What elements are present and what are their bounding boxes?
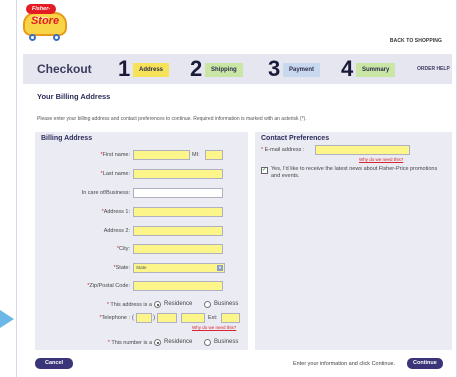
contact-title: Contact Preferences	[261, 135, 330, 142]
step-label: Address	[133, 63, 170, 77]
zip-label: *Zip/Postal Code:	[87, 283, 130, 289]
address2-input[interactable]	[133, 226, 223, 236]
city-row: *City:	[35, 244, 248, 256]
city-input[interactable]	[133, 244, 223, 254]
page-frame: Fisher-Price Store BACK TO SHOPPING Chec…	[16, 0, 457, 377]
checkout-steps: Checkout 1 Address 2 Shipping 3 Payment …	[23, 54, 452, 84]
phone-ext-input[interactable]	[221, 313, 240, 323]
step-number: 1	[118, 56, 131, 81]
address-type-label: * This address is a	[106, 302, 152, 308]
zip-input[interactable]	[133, 281, 223, 291]
step-number: 4	[341, 56, 354, 81]
phone-business-label: Business	[214, 339, 239, 345]
why-email-link[interactable]: Why do we need this?	[359, 157, 403, 162]
business-label: Business	[214, 301, 239, 307]
telephone-label: *Telephone :	[99, 315, 130, 321]
contact-preferences-panel: Contact Preferences * E-mail address : W…	[255, 132, 452, 350]
step-label: Shipping	[205, 63, 243, 77]
store-logo[interactable]: Fisher-Price Store	[23, 4, 69, 41]
store-word: Store	[30, 15, 60, 27]
phone-business-radio[interactable]	[204, 339, 211, 346]
back-to-shopping-link[interactable]: BACK TO SHOPPING	[390, 38, 442, 44]
chevron-down-icon[interactable]: ▼	[217, 265, 223, 271]
residence-radio[interactable]	[154, 301, 161, 308]
phone-residence-radio[interactable]	[154, 339, 161, 346]
number-type-row: * This number is a Residence Business	[35, 338, 248, 350]
footer-instruction: Enter your information and click Continu…	[293, 361, 396, 367]
address1-label: *Address 1:	[101, 209, 130, 215]
number-type-label: * This number is a	[107, 340, 152, 346]
ext-label: Ext:	[208, 315, 218, 321]
step-number: 3	[268, 56, 281, 81]
address1-row: *Address 1:	[35, 207, 248, 219]
step-label: Summary	[356, 63, 396, 77]
wheel-icon	[53, 34, 60, 41]
mi-label: MI:	[192, 152, 200, 158]
billing-address-panel: Billing Address *First name: MI: *Last n…	[35, 132, 248, 350]
why-phone-link[interactable]: Why do we need this?	[192, 325, 236, 330]
paren-close: )	[153, 315, 155, 321]
phone-residence-label: Residence	[164, 339, 193, 345]
last-name-row: *Last name:	[35, 169, 248, 181]
state-selected-value: State	[136, 265, 147, 270]
phone-line-input[interactable]	[181, 313, 205, 323]
mi-input[interactable]	[205, 150, 223, 160]
phone-area-input[interactable]	[136, 313, 152, 323]
billing-title: Billing Address	[41, 135, 93, 142]
news-optin-label: Yes, I'd like to receive the latest news…	[271, 166, 438, 179]
last-name-label: *Last name:	[100, 171, 130, 177]
address2-label: Address 2:	[103, 228, 130, 234]
step-number: 2	[190, 56, 203, 81]
city-label: *City:	[116, 246, 130, 252]
care-of-input[interactable]	[133, 188, 223, 198]
care-of-label: In care of/Business:	[81, 190, 130, 196]
first-name-row: *First name: MI:	[35, 150, 248, 162]
checkout-title: Checkout	[37, 62, 92, 76]
zip-row: *Zip/Postal Code:	[35, 281, 248, 293]
news-optin-checkbox[interactable]: ✓	[261, 167, 268, 174]
paren-open: (	[132, 315, 134, 321]
cancel-button[interactable]: Cancel	[35, 358, 74, 369]
business-radio[interactable]	[204, 301, 211, 308]
address2-row: Address 2:	[35, 226, 248, 238]
state-label: *State:	[113, 265, 130, 271]
first-name-label: *First name:	[100, 152, 130, 158]
wheel-icon	[29, 34, 36, 41]
left-arrow-marker	[0, 310, 14, 328]
address1-input[interactable]	[133, 207, 223, 217]
first-name-input[interactable]	[133, 150, 190, 160]
page-title: Your Billing Address	[37, 92, 111, 101]
residence-label: Residence	[164, 301, 193, 307]
brand-badge: Fisher-Price	[26, 4, 56, 22]
address-type-row: * This address is a Residence Business	[35, 300, 248, 312]
step-label: Payment	[283, 63, 321, 77]
telephone-row: *Telephone : ( ) Ext: Why do we need thi…	[35, 313, 248, 330]
order-help-link[interactable]: ORDER HELP	[417, 66, 450, 72]
email-field[interactable]	[315, 145, 410, 155]
phone-prefix-input[interactable]	[157, 313, 177, 323]
last-name-input[interactable]	[133, 169, 223, 179]
continue-button[interactable]: Continue	[407, 358, 443, 369]
intro-text: Please enter your billing address and co…	[37, 116, 307, 122]
care-of-row: In care of/Business:	[35, 188, 248, 200]
state-select[interactable]: State ▼	[133, 263, 225, 273]
state-row: *State: State ▼	[35, 263, 248, 275]
email-label: * E-mail address :	[261, 147, 305, 153]
